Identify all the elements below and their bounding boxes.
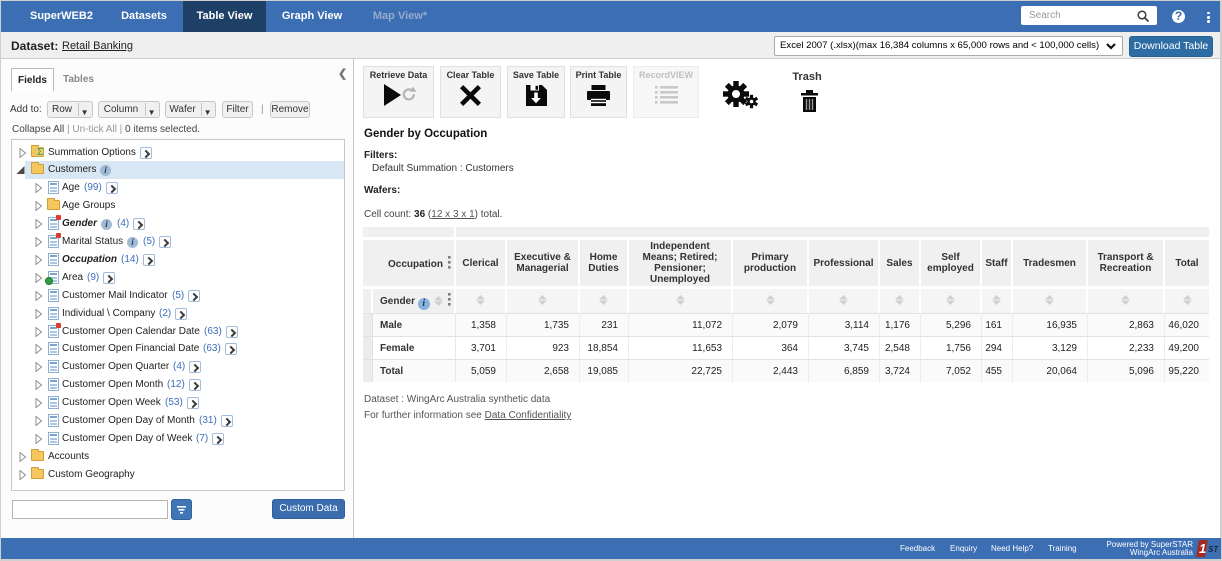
svg-text:ST: ST: [1208, 545, 1219, 554]
svg-text:1: 1: [1199, 541, 1206, 556]
